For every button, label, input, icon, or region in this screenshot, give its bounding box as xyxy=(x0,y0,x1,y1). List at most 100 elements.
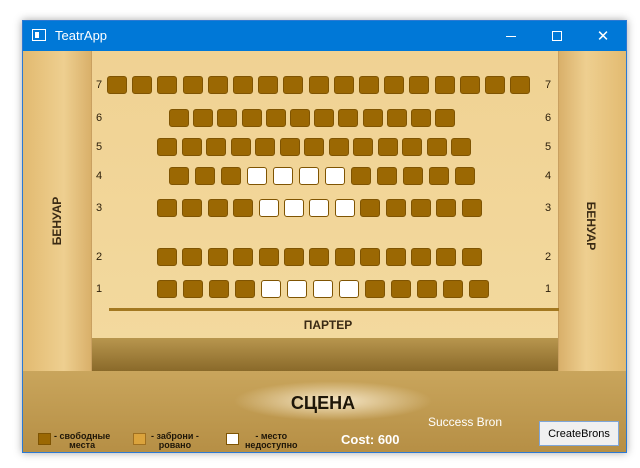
seat-free[interactable] xyxy=(309,248,330,266)
seat-free[interactable] xyxy=(409,76,430,94)
seat-free[interactable] xyxy=(235,280,255,298)
seat-free[interactable] xyxy=(360,248,381,266)
seat-free[interactable] xyxy=(314,109,335,127)
seat-free[interactable] xyxy=(157,248,177,266)
seat-free[interactable] xyxy=(182,76,203,94)
seat-free[interactable] xyxy=(258,76,279,94)
seat-free[interactable] xyxy=(391,280,411,298)
seat-free[interactable] xyxy=(284,248,304,266)
seat-free[interactable] xyxy=(451,138,471,156)
seat-free[interactable] xyxy=(485,76,505,94)
seat-free[interactable] xyxy=(435,109,456,127)
seat-free[interactable] xyxy=(182,199,203,217)
seat-free[interactable] xyxy=(333,76,354,94)
seat-unavailable[interactable] xyxy=(247,167,267,185)
seat-free[interactable] xyxy=(365,280,385,298)
seat-free[interactable] xyxy=(334,248,355,266)
seat-free[interactable] xyxy=(436,199,457,217)
seat-unavailable[interactable] xyxy=(261,280,281,298)
seat-free[interactable] xyxy=(233,76,253,94)
seat-free[interactable] xyxy=(362,109,383,127)
seat-free[interactable] xyxy=(426,138,447,156)
seat-free[interactable] xyxy=(233,199,254,217)
seat-free[interactable] xyxy=(157,76,178,94)
seat-free[interactable] xyxy=(417,280,437,298)
seat-free[interactable] xyxy=(461,248,482,266)
seat-free[interactable] xyxy=(230,138,251,156)
seat-free[interactable] xyxy=(233,248,254,266)
seat-free[interactable] xyxy=(182,248,203,266)
seat-free[interactable] xyxy=(221,167,241,185)
seat-free[interactable] xyxy=(429,167,449,185)
seat-free[interactable] xyxy=(206,138,226,156)
seat-free[interactable] xyxy=(359,76,379,94)
seat-free[interactable] xyxy=(241,109,262,127)
seat-free[interactable] xyxy=(157,199,177,217)
seat-unavailable[interactable] xyxy=(309,199,330,217)
seat-free[interactable] xyxy=(183,280,203,298)
seat-free[interactable] xyxy=(377,167,397,185)
seat-free[interactable] xyxy=(469,280,489,298)
seat-free[interactable] xyxy=(461,199,482,217)
seat-free[interactable] xyxy=(385,248,406,266)
seat-free[interactable] xyxy=(169,109,189,127)
seat-free[interactable] xyxy=(385,199,406,217)
seat-free[interactable] xyxy=(411,109,431,127)
seat-unavailable[interactable] xyxy=(313,280,333,298)
seat-free[interactable] xyxy=(195,167,215,185)
seat-free[interactable] xyxy=(265,109,286,127)
seat-free[interactable] xyxy=(169,167,189,185)
box-right-label: БЕНУАР xyxy=(584,201,598,251)
seat-free[interactable] xyxy=(217,109,238,127)
seat-free[interactable] xyxy=(157,280,177,298)
seat-free[interactable] xyxy=(279,138,300,156)
seat-free[interactable] xyxy=(107,76,127,94)
seat-free[interactable] xyxy=(510,76,531,94)
seat-free[interactable] xyxy=(283,76,304,94)
seat-free[interactable] xyxy=(132,76,153,94)
seat-free[interactable] xyxy=(338,109,359,127)
seat-unavailable[interactable] xyxy=(273,167,293,185)
seat-free[interactable] xyxy=(353,138,373,156)
seat-free[interactable] xyxy=(258,248,279,266)
seat-free[interactable] xyxy=(351,167,371,185)
seat-free[interactable] xyxy=(304,138,324,156)
seat-free[interactable] xyxy=(443,280,463,298)
seat-free[interactable] xyxy=(411,248,431,266)
maximize-button[interactable] xyxy=(534,21,580,51)
seat-unavailable[interactable] xyxy=(339,280,359,298)
row-number-left: 6 xyxy=(95,112,103,124)
seat-free[interactable] xyxy=(207,76,228,94)
seat-free[interactable] xyxy=(377,138,398,156)
seat-free[interactable] xyxy=(207,248,228,266)
seat-free[interactable] xyxy=(411,199,431,217)
seat-free[interactable] xyxy=(386,109,407,127)
seat-free[interactable] xyxy=(290,109,310,127)
seat-unavailable[interactable] xyxy=(299,167,319,185)
seat-free[interactable] xyxy=(193,109,214,127)
seat-unavailable[interactable] xyxy=(334,199,355,217)
seat-free[interactable] xyxy=(207,199,228,217)
close-button[interactable]: ✕ xyxy=(580,21,626,51)
seat-free[interactable] xyxy=(308,76,329,94)
seat-unavailable[interactable] xyxy=(284,199,304,217)
minimize-button[interactable] xyxy=(488,21,534,51)
seat-free[interactable] xyxy=(328,138,349,156)
seat-free[interactable] xyxy=(455,167,475,185)
seat-free[interactable] xyxy=(209,280,229,298)
seat-free[interactable] xyxy=(403,167,423,185)
create-brons-button[interactable]: CreateBrons xyxy=(539,421,619,446)
seat-unavailable[interactable] xyxy=(325,167,345,185)
seat-free[interactable] xyxy=(402,138,422,156)
seat-free[interactable] xyxy=(436,248,457,266)
seat-free[interactable] xyxy=(181,138,202,156)
seat-free[interactable] xyxy=(434,76,455,94)
seat-free[interactable] xyxy=(459,76,480,94)
seat-free[interactable] xyxy=(255,138,275,156)
title-bar[interactable]: TeatrApp ✕ xyxy=(23,21,626,51)
seat-free[interactable] xyxy=(360,199,381,217)
seat-free[interactable] xyxy=(384,76,405,94)
seat-free[interactable] xyxy=(157,138,177,156)
seat-unavailable[interactable] xyxy=(258,199,279,217)
seat-unavailable[interactable] xyxy=(287,280,307,298)
